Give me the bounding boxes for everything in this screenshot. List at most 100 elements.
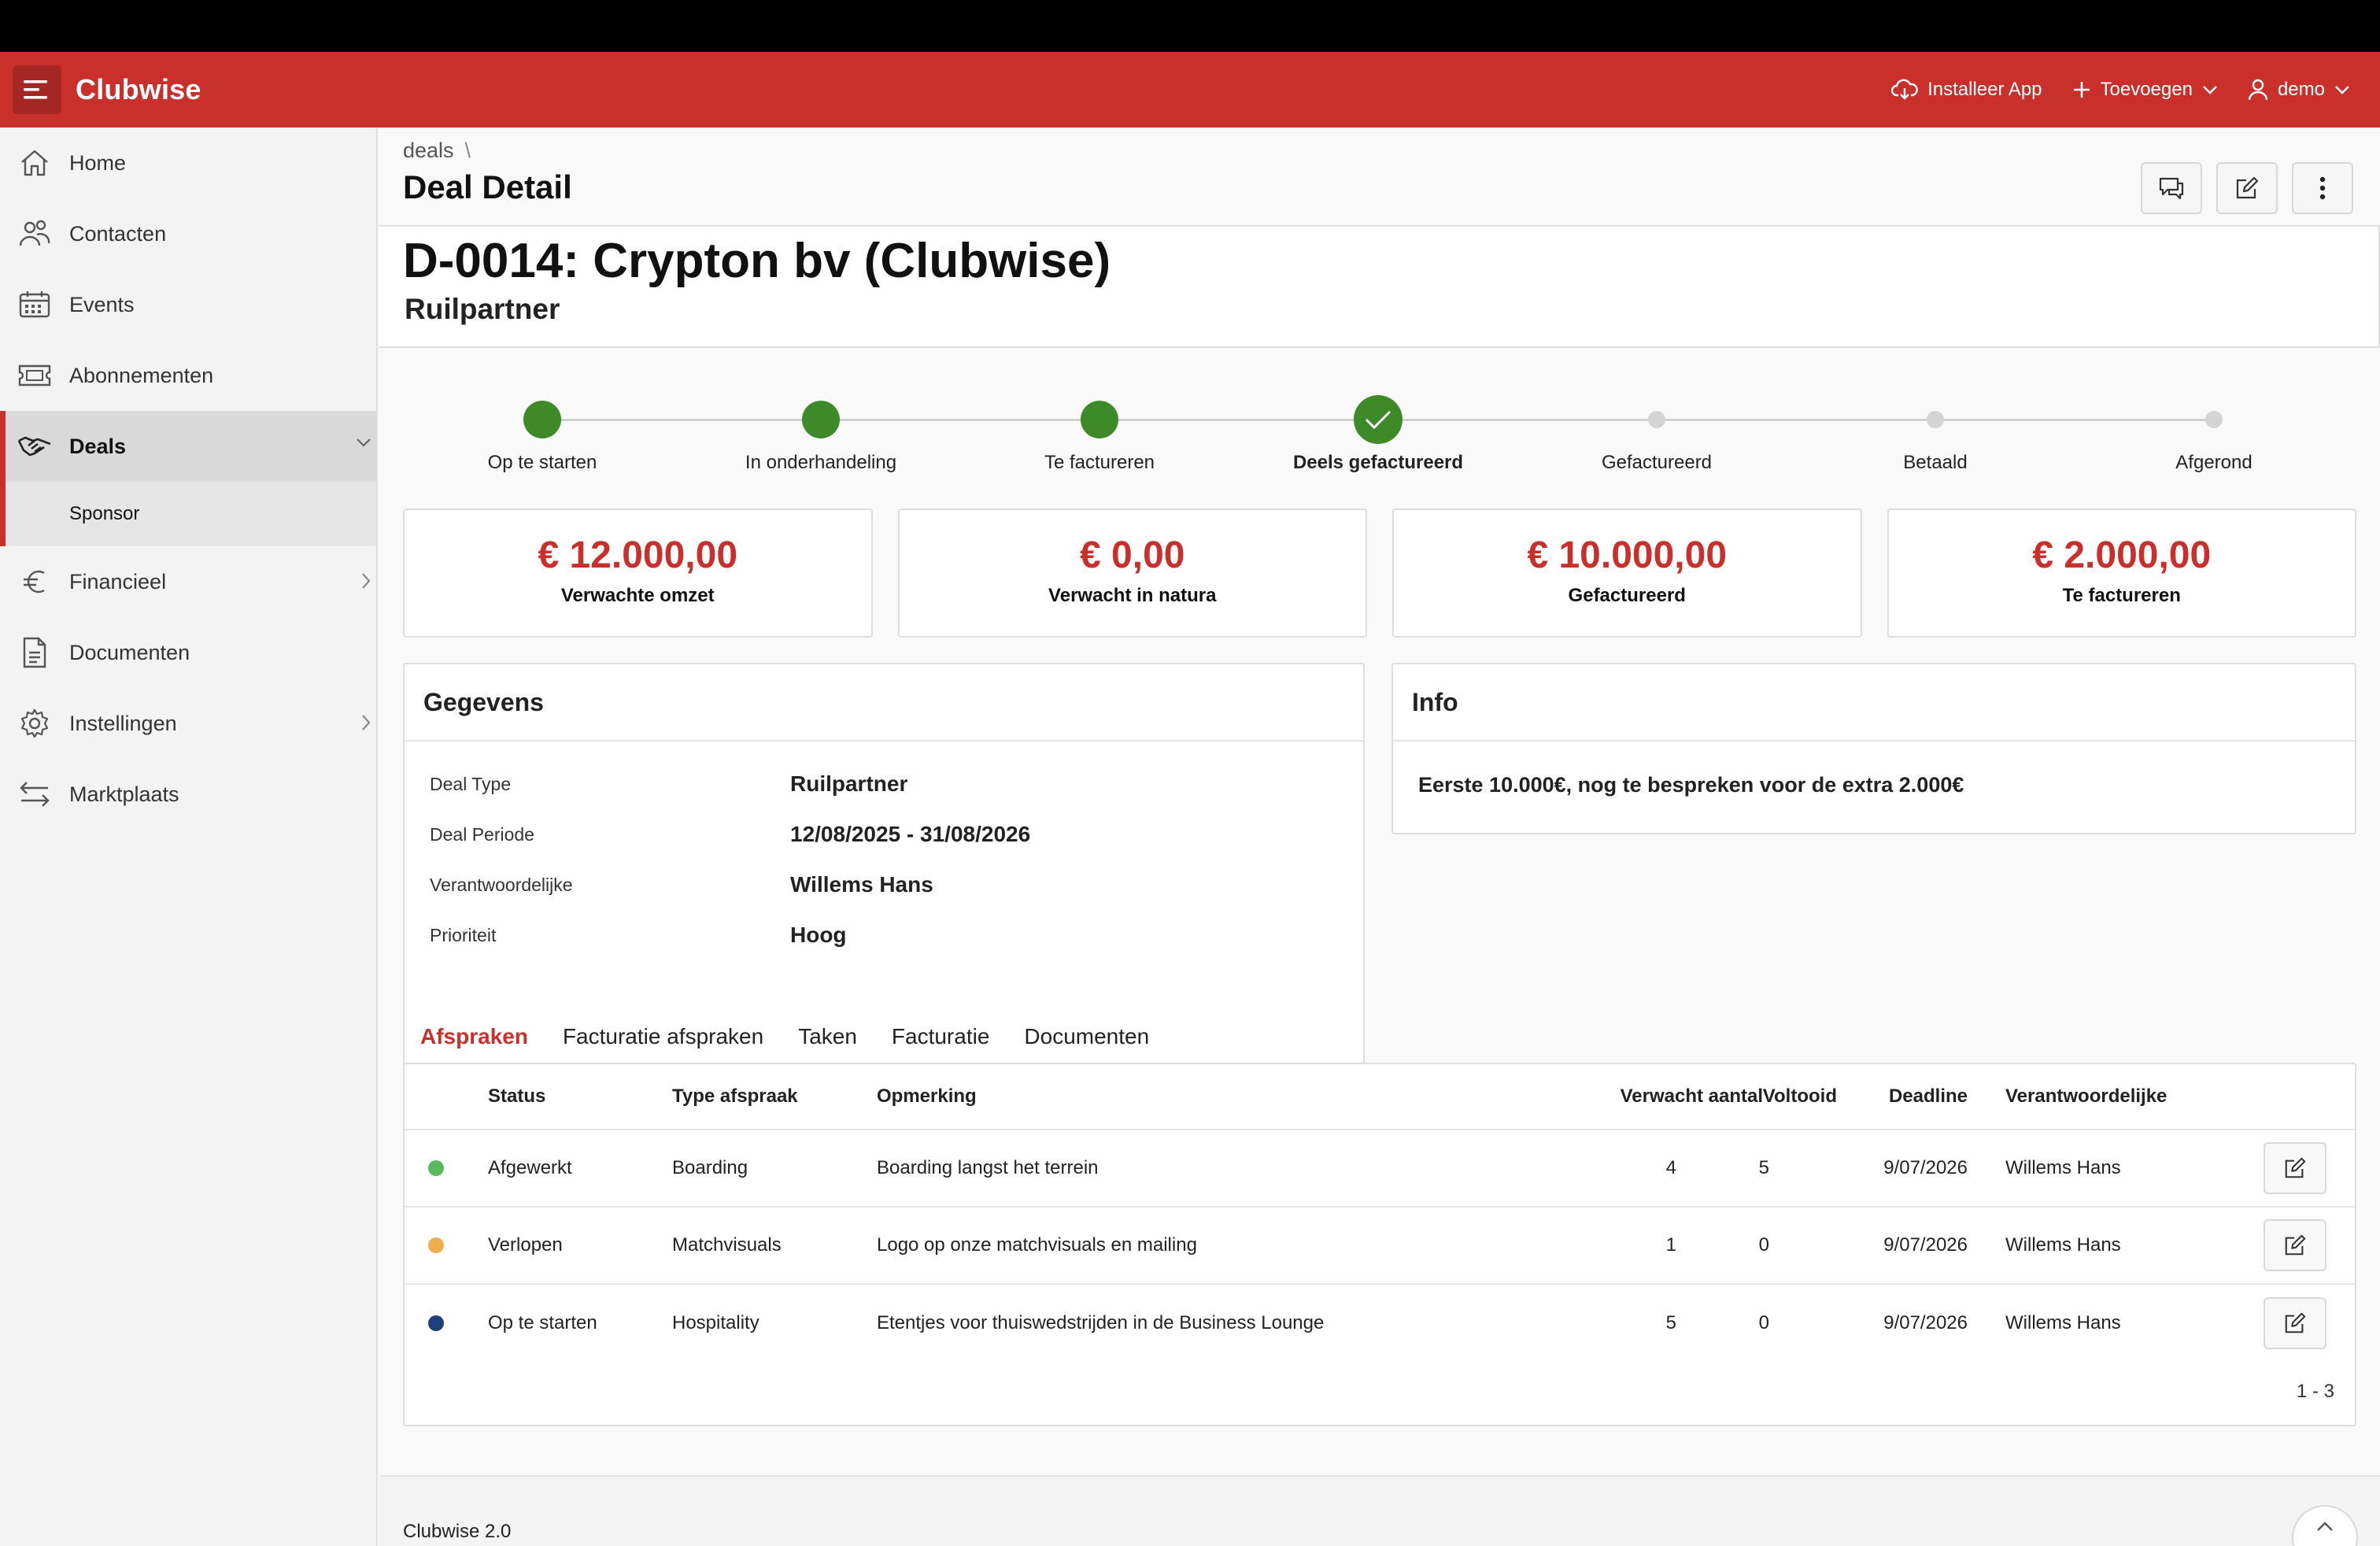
sidebar-item-financieel[interactable]: Financieel <box>0 546 376 617</box>
chevron-down-icon <box>2203 86 2217 94</box>
progress-step-op-te-starten[interactable]: Op te starten <box>403 395 682 474</box>
sidebar-item-label: Deals <box>69 434 127 458</box>
cell-owner: Willems Hans <box>2005 1312 2121 1333</box>
edit-row-button[interactable] <box>2264 1142 2326 1194</box>
tab-facturatie[interactable]: Facturatie <box>874 1003 1007 1071</box>
column-header-deadline[interactable]: Deadline <box>1889 1064 1968 1129</box>
edit-icon <box>2285 1157 2306 1178</box>
home-icon <box>17 146 52 180</box>
sidebar-item-label: Financieel <box>69 569 167 594</box>
breadcrumb-separator: \ <box>464 139 471 162</box>
column-header-verantwoordelijke[interactable]: Verantwoordelijke <box>2005 1064 2167 1129</box>
detail-value: Ruilpartner <box>790 771 908 796</box>
kpi-value: € 10.000,00 <box>1527 534 1728 576</box>
sidebar-item-events[interactable]: Events <box>0 269 376 340</box>
tab-taken[interactable]: Taken <box>781 1003 874 1071</box>
sidebar-item-label: Documenten <box>69 640 190 664</box>
sidebar-item-documenten[interactable]: Documenten <box>0 617 376 688</box>
tab-afspraken[interactable]: Afspraken <box>403 1003 545 1071</box>
user-name: demo <box>2277 79 2325 100</box>
sidebar-item-label: Home <box>69 150 127 175</box>
cell-expected: 1 <box>1665 1234 1676 1256</box>
device-top-bar <box>0 0 2380 52</box>
install-app-button[interactable]: Installeer App <box>1891 78 2042 102</box>
info-panel: Info Eerste 10.000€, nog te bespreken vo… <box>1391 663 2356 834</box>
edit-row-button[interactable] <box>2264 1219 2326 1271</box>
tab-facturatie-afspraken[interactable]: Facturatie afspraken <box>545 1003 781 1071</box>
sidebar-item-home[interactable]: Home <box>0 128 376 198</box>
progress-step-in-onderhandeling[interactable]: In onderhandeling <box>682 395 960 474</box>
kpi-label: Verwachte omzet <box>560 585 715 606</box>
sidebar-item-abonnementen[interactable]: Abonnementen <box>0 340 376 411</box>
detail-value: Willems Hans <box>790 872 933 897</box>
deal-header-card: D-0014: Crypton bv (Clubwise) Ruilpartne… <box>379 225 2380 348</box>
sidebar-item-instellingen[interactable]: Instellingen <box>0 688 376 759</box>
kpi-card-te-factureren: € 2.000,00 Te factureren <box>1887 509 2356 638</box>
step-todo-dot <box>1648 411 1665 428</box>
cell-expected: 5 <box>1665 1312 1676 1333</box>
cell-remark: Boarding langst het terrein <box>877 1157 1099 1178</box>
progress-step-deels-gefactureerd[interactable]: Deels gefactureerd <box>1239 395 1517 474</box>
edit-row-button[interactable] <box>2264 1297 2326 1349</box>
user-menu-button[interactable]: demo <box>2248 79 2350 101</box>
column-header-voltooid[interactable]: Voltooid <box>1763 1064 1837 1129</box>
ticket-icon <box>17 358 52 393</box>
arrows-icon <box>17 777 52 812</box>
breadcrumb-deals-link[interactable]: deals <box>403 139 454 162</box>
detail-label: Deal Type <box>430 773 512 794</box>
gear-icon <box>17 706 52 741</box>
step-done-dot <box>802 401 840 438</box>
kpi-label: Gefactureerd <box>1568 585 1686 606</box>
progress-step-gefactureerd[interactable]: Gefactureerd <box>1517 395 1796 474</box>
cell-deadline: 9/07/2026 <box>1883 1312 1968 1333</box>
page-title: Deal Detail <box>403 168 572 205</box>
column-header-type[interactable]: Type afspraak <box>672 1064 798 1129</box>
step-label: Afgerond <box>2175 452 2252 473</box>
table-row[interactable]: Verlopen Matchvisuals Logo op onze match… <box>405 1208 2355 1285</box>
table-row[interactable]: Op te starten Hospitality Etentjes voor … <box>405 1285 2355 1362</box>
cell-status: Op te starten <box>488 1312 597 1333</box>
column-header-status[interactable]: Status <box>488 1064 545 1129</box>
tab-documenten[interactable]: Documenten <box>1007 1003 1166 1071</box>
cell-type: Matchvisuals <box>672 1234 782 1256</box>
detail-value: 12/08/2025 - 31/08/2026 <box>790 822 1031 846</box>
info-title: Info <box>1393 664 2355 742</box>
cloud-download-icon <box>1891 79 1918 100</box>
brand-title[interactable]: Clubwise <box>76 73 201 106</box>
sidebar-item-marktplaats[interactable]: Marktplaats <box>0 759 376 830</box>
cell-remark: Etentjes voor thuiswedstrijden in de Bus… <box>877 1312 1325 1333</box>
scroll-to-top-button[interactable] <box>2292 1505 2358 1546</box>
column-header-opmerking[interactable]: Opmerking <box>877 1064 977 1129</box>
progress-step-te-factureren[interactable]: Te factureren <box>960 395 1239 474</box>
detail-tabs: Afspraken Facturatie afspraken Taken Fac… <box>403 1003 1166 1071</box>
cell-done: 5 <box>1758 1157 1769 1178</box>
menu-toggle-button[interactable] <box>13 65 61 114</box>
more-options-button[interactable] <box>2292 162 2353 214</box>
euro-icon <box>17 564 52 599</box>
step-label: Deels gefactureerd <box>1292 452 1464 473</box>
step-todo-dot <box>1927 411 1944 428</box>
page-footer: Clubwise 2.0 <box>379 1475 2380 1546</box>
deal-subtitle: Ruilpartner <box>405 293 560 325</box>
deal-progress-tracker: Op te starten In onderhandeling Te factu… <box>403 395 2355 482</box>
chevron-down-icon <box>357 438 371 447</box>
edit-deal-button[interactable] <box>2216 162 2278 214</box>
edit-icon <box>2285 1234 2306 1256</box>
sidebar: Home Contacten Events Abonnementen Deals… <box>0 128 378 1546</box>
progress-step-afgerond[interactable]: Afgerond <box>2075 395 2353 474</box>
progress-step-betaald[interactable]: Betaald <box>1796 395 2075 474</box>
table-row[interactable]: Afgewerkt Boarding Boarding langst het t… <box>405 1130 2355 1208</box>
sidebar-item-contacten[interactable]: Contacten <box>0 198 376 269</box>
cell-status: Verlopen <box>488 1234 563 1256</box>
comments-button[interactable] <box>2141 162 2202 214</box>
sidebar-item-label: Abonnementen <box>69 363 214 387</box>
detail-row-deal-type: Deal Type Ruilpartner <box>405 759 1363 809</box>
sidebar-subitem-sponsor[interactable]: Sponsor <box>0 482 376 546</box>
comments-icon <box>2159 177 2184 200</box>
sidebar-item-deals[interactable]: Deals <box>0 411 376 482</box>
column-header-verwacht-aantal[interactable]: Verwacht aantal <box>1621 1064 1763 1129</box>
add-menu-button[interactable]: Toevoegen <box>2072 79 2218 101</box>
gegevens-title: Gegevens <box>405 664 1363 742</box>
status-dot <box>428 1160 444 1176</box>
calendar-icon <box>17 287 52 322</box>
